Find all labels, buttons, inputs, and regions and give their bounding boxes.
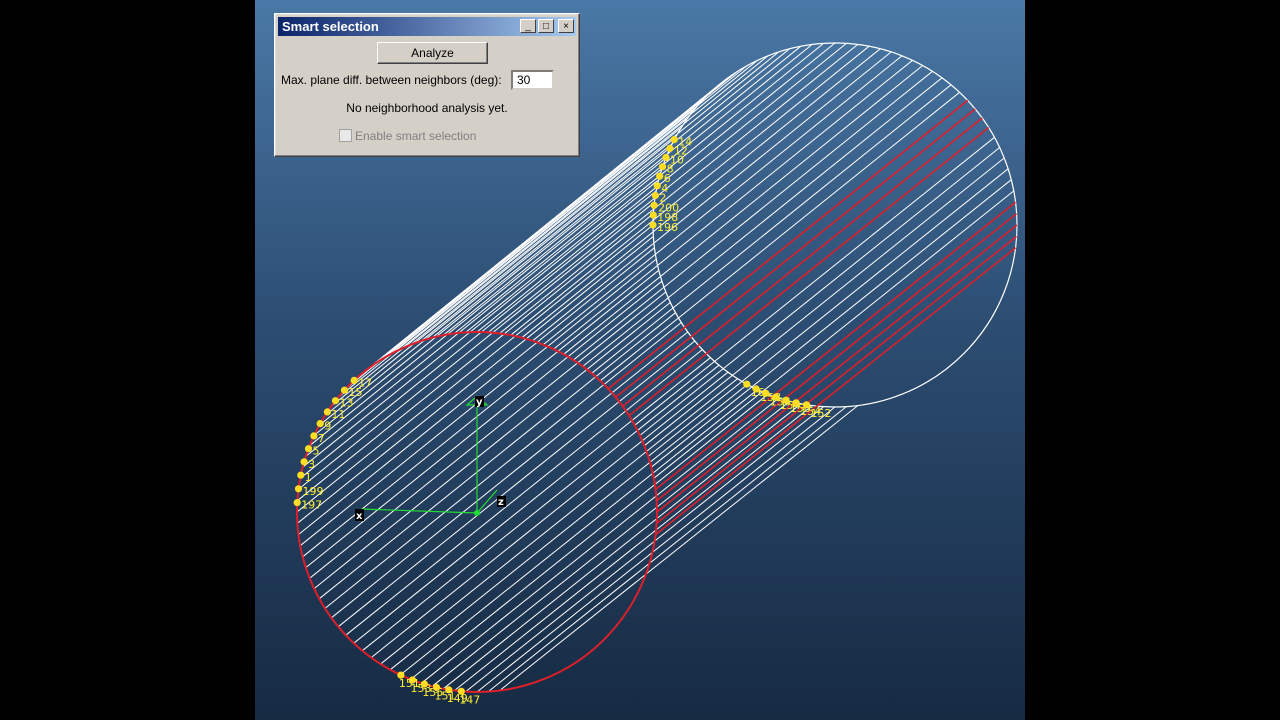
- vertex-label: 197: [301, 499, 322, 512]
- smart-selection-label: Enable smart selection: [355, 129, 477, 143]
- vertex-marker[interactable]: [323, 408, 331, 416]
- edge[interactable]: [313, 302, 671, 589]
- vertex-marker[interactable]: [294, 485, 303, 493]
- vertex-marker[interactable]: [762, 389, 770, 397]
- vertex-label: 152: [811, 407, 832, 420]
- vertex-label: 9: [324, 420, 331, 433]
- maximize-icon: □: [542, 21, 550, 32]
- vertex-marker[interactable]: [666, 144, 674, 152]
- vertex-marker[interactable]: [659, 163, 667, 171]
- edge[interactable]: [499, 405, 859, 691]
- maximize-button[interactable]: □: [538, 19, 554, 33]
- vertex-marker[interactable]: [310, 432, 318, 440]
- vertex-marker[interactable]: [300, 458, 308, 466]
- edge[interactable]: [299, 190, 657, 479]
- close-button[interactable]: ×: [558, 19, 574, 33]
- vertex-label: 5: [313, 445, 320, 458]
- plane-diff-input[interactable]: [511, 70, 554, 90]
- analysis-status: No neighborhood analysis yet.: [346, 101, 508, 115]
- edge[interactable]: [313, 147, 671, 436]
- edge[interactable]: [421, 397, 780, 684]
- vertex-label: 147: [459, 693, 480, 706]
- vertex-marker[interactable]: [792, 399, 800, 407]
- edge[interactable]: [650, 179, 1012, 468]
- vertex-marker[interactable]: [304, 445, 313, 453]
- plane-diff-label: Max. plane diff. between neighbors (deg)…: [281, 73, 502, 87]
- edge[interactable]: [442, 403, 802, 690]
- edge[interactable]: [431, 400, 791, 687]
- edge[interactable]: [465, 406, 824, 692]
- x-axis-label: x: [356, 511, 363, 522]
- vertex-label: 7: [318, 432, 325, 445]
- edge[interactable]: [305, 168, 663, 457]
- selected-edge[interactable]: [656, 235, 1018, 524]
- vertex-marker[interactable]: [350, 376, 358, 384]
- minimize-icon: _: [525, 21, 531, 32]
- vertex-label: 3: [308, 458, 315, 471]
- vertex-marker[interactable]: [662, 153, 670, 162]
- vertex-marker[interactable]: [656, 172, 664, 180]
- vertex-marker[interactable]: [293, 499, 301, 507]
- dialog-titlebar[interactable]: Smart selection _ □ ×: [278, 17, 576, 36]
- vertex-marker[interactable]: [649, 221, 657, 229]
- smart-selection-dialog: Smart selection _ □ × Analyze Max. plane…: [274, 13, 580, 157]
- vertex-marker[interactable]: [743, 380, 751, 388]
- edge[interactable]: [302, 179, 660, 468]
- vertex-marker[interactable]: [752, 385, 760, 393]
- vertex-marker[interactable]: [802, 401, 811, 409]
- vertex-marker[interactable]: [340, 386, 349, 394]
- vertex-marker[interactable]: [653, 182, 661, 190]
- vertex-marker[interactable]: [331, 397, 340, 405]
- edge[interactable]: [410, 393, 769, 680]
- selected-edge[interactable]: [655, 247, 1017, 536]
- edge[interactable]: [361, 364, 720, 652]
- vertex-marker[interactable]: [782, 396, 790, 404]
- edge[interactable]: [297, 213, 654, 502]
- vertex-marker[interactable]: [650, 201, 658, 209]
- edge[interactable]: [318, 312, 676, 600]
- smart-selection-checkbox[interactable]: [339, 129, 352, 142]
- y-axis-label: y: [476, 397, 483, 408]
- edge[interactable]: [309, 291, 667, 579]
- z-axis-label: z: [498, 497, 504, 508]
- selected-edge[interactable]: [655, 201, 1017, 491]
- vertex-marker[interactable]: [670, 136, 678, 144]
- edge[interactable]: [400, 389, 758, 676]
- analyze-button[interactable]: Analyze: [377, 42, 488, 64]
- vertex-label: 11: [331, 408, 345, 421]
- edge[interactable]: [331, 117, 689, 407]
- vertex-label: 199: [303, 485, 324, 498]
- vertex-marker[interactable]: [316, 420, 324, 428]
- vertex-marker[interactable]: [649, 211, 657, 219]
- minimize-button[interactable]: _: [520, 19, 536, 33]
- close-icon: ×: [563, 21, 569, 32]
- edge[interactable]: [296, 224, 654, 513]
- vertex-label: 1: [305, 471, 312, 484]
- vertex-label: 196: [657, 221, 678, 234]
- edge[interactable]: [653, 190, 1015, 479]
- dialog-title: Smart selection: [282, 19, 379, 34]
- vertex-marker[interactable]: [772, 393, 780, 401]
- selected-edge[interactable]: [656, 224, 1018, 513]
- vertex-marker[interactable]: [651, 191, 659, 200]
- vertex-marker[interactable]: [297, 471, 305, 479]
- smart-selection-checkbox-row[interactable]: Enable smart selection: [339, 129, 476, 143]
